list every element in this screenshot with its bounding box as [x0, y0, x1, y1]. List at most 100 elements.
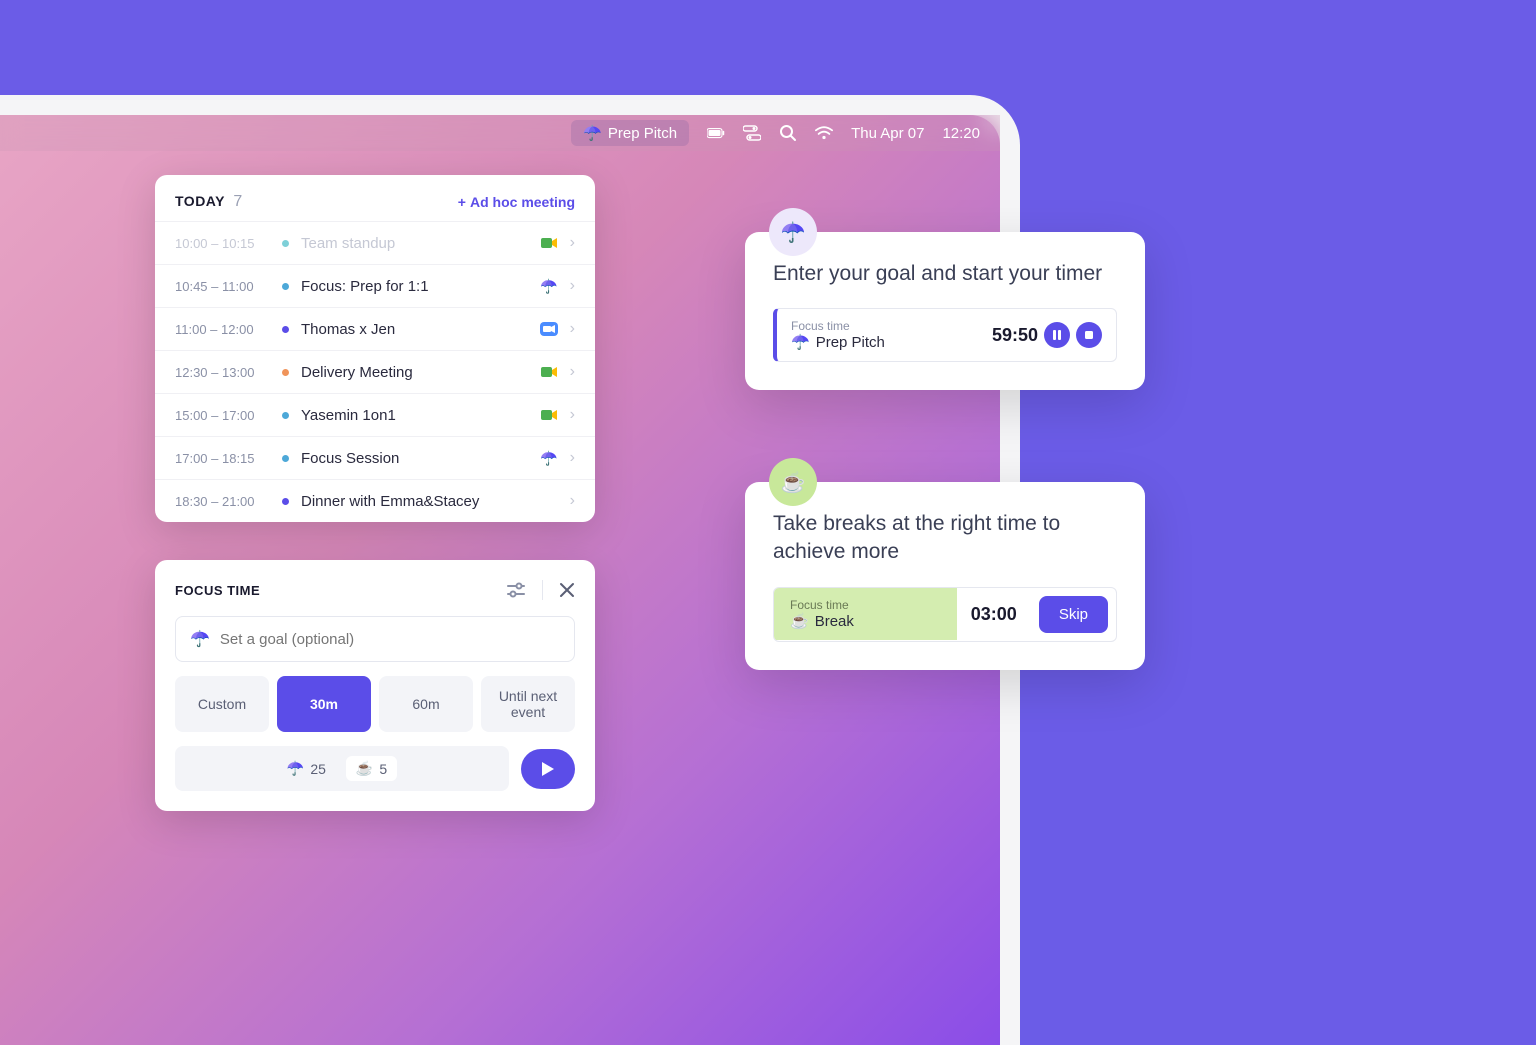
stop-button[interactable]	[1076, 322, 1102, 348]
event-service-icon	[540, 234, 558, 252]
today-count: 7	[233, 193, 242, 210]
umbrella-count: 25	[310, 761, 326, 777]
battery-icon[interactable]	[707, 124, 725, 142]
event-service-icon	[540, 492, 558, 510]
break-card: ☕ Take breaks at the right time to achie…	[745, 482, 1145, 670]
event-service-icon: ☂️	[540, 449, 558, 467]
event-list: 10:00 – 10:15 Team standup › 10:45 – 11:…	[155, 221, 595, 522]
duration-button[interactable]: 30m	[277, 676, 371, 732]
event-dot	[282, 369, 289, 376]
timer-box: Focus time ☂️ Prep Pitch 59:50	[773, 308, 1117, 362]
chevron-right-icon: ›	[570, 492, 575, 510]
umbrella-icon: ☂️	[583, 124, 602, 142]
chevron-right-icon: ›	[570, 449, 575, 467]
event-service-icon	[540, 406, 558, 424]
umbrella-stat: ☂️ 25	[287, 760, 326, 777]
event-dot	[282, 240, 289, 247]
play-button[interactable]	[521, 749, 575, 789]
break-time: 03:00	[957, 604, 1031, 625]
event-time: 11:00 – 12:00	[175, 322, 270, 337]
chevron-right-icon: ›	[570, 406, 575, 424]
stop-icon	[1084, 330, 1094, 340]
event-dot	[282, 326, 289, 333]
event-title: Focus: Prep for 1:1	[301, 278, 528, 295]
event-time: 10:00 – 10:15	[175, 236, 270, 251]
event-title: Thomas x Jen	[301, 321, 528, 338]
adhoc-meeting-button[interactable]: + Ad hoc meeting	[458, 194, 575, 210]
event-title: Delivery Meeting	[301, 364, 528, 381]
duration-row: Custom30m60mUntil next event	[175, 676, 575, 732]
control-center-icon[interactable]	[743, 124, 761, 142]
event-row[interactable]: 10:00 – 10:15 Team standup ›	[155, 222, 595, 265]
event-title: Yasemin 1on1	[301, 407, 528, 424]
menubar-date[interactable]: Thu Apr 07	[851, 125, 924, 142]
event-time: 10:45 – 11:00	[175, 279, 270, 294]
event-title: Team standup	[301, 235, 528, 252]
wifi-icon[interactable]	[815, 124, 833, 142]
menubar: ☂️ Prep Pitch Thu Apr 07 12:20	[0, 115, 1000, 151]
today-title: TODAY	[175, 193, 225, 209]
event-row[interactable]: 12:30 – 13:00 Delivery Meeting ›	[155, 351, 595, 394]
timer-time: 59:50	[992, 325, 1038, 346]
search-icon[interactable]	[779, 124, 797, 142]
event-row[interactable]: 17:00 – 18:15 Focus Session ☂️ ›	[155, 437, 595, 480]
coffee-icon: ☕	[356, 760, 373, 777]
duration-button[interactable]: Until next event	[481, 676, 575, 732]
duration-button[interactable]: Custom	[175, 676, 269, 732]
today-panel: TODAY 7 + Ad hoc meeting 10:00 – 10:15 T…	[155, 175, 595, 522]
break-card-badge: ☕	[769, 458, 817, 506]
adhoc-label: Ad hoc meeting	[470, 194, 575, 210]
event-time: 15:00 – 17:00	[175, 408, 270, 423]
goal-input-wrapper[interactable]: ☂️	[175, 616, 575, 662]
break-task-name: Break	[815, 613, 854, 630]
coffee-count: 5	[379, 761, 387, 777]
event-time: 17:00 – 18:15	[175, 451, 270, 466]
pause-button[interactable]	[1044, 322, 1070, 348]
event-dot	[282, 455, 289, 462]
menubar-task-name: Prep Pitch	[608, 125, 677, 142]
timer-card: ☂️ Enter your goal and start your timer …	[745, 232, 1145, 390]
event-service-icon: ☂️	[540, 277, 558, 295]
settings-icon[interactable]	[506, 582, 526, 598]
timer-task-name: Prep Pitch	[816, 334, 885, 351]
stats-bar: ☂️ 25 ☕ 5	[175, 746, 509, 791]
umbrella-icon: ☂️	[190, 629, 210, 649]
chevron-right-icon: ›	[570, 320, 575, 338]
event-row[interactable]: 18:30 – 21:00 Dinner with Emma&Stacey ›	[155, 480, 595, 522]
focus-panel: FOCUS TIME ☂️ Custom30m60mUntil next eve…	[155, 560, 595, 811]
coffee-icon: ☕	[790, 612, 809, 630]
timer-label: Focus time	[791, 319, 885, 333]
event-time: 18:30 – 21:00	[175, 494, 270, 509]
duration-button[interactable]: 60m	[379, 676, 473, 732]
play-icon	[541, 761, 555, 777]
event-time: 12:30 – 13:00	[175, 365, 270, 380]
focus-title: FOCUS TIME	[175, 583, 260, 598]
skip-button[interactable]: Skip	[1039, 596, 1108, 633]
umbrella-icon: ☂️	[781, 220, 806, 245]
coffee-icon: ☕	[781, 470, 806, 495]
timer-card-heading: Enter your goal and start your timer	[773, 260, 1117, 288]
coffee-stat: ☕ 5	[346, 756, 397, 781]
event-row[interactable]: 10:45 – 11:00 Focus: Prep for 1:1 ☂️ ›	[155, 265, 595, 308]
chevron-right-icon: ›	[570, 277, 575, 295]
menubar-time[interactable]: 12:20	[942, 125, 980, 142]
close-icon[interactable]	[559, 582, 575, 598]
event-row[interactable]: 15:00 – 17:00 Yasemin 1on1 ›	[155, 394, 595, 437]
chevron-right-icon: ›	[570, 363, 575, 381]
event-row[interactable]: 11:00 – 12:00 Thomas x Jen ›	[155, 308, 595, 351]
divider	[542, 580, 543, 600]
umbrella-icon: ☂️	[287, 760, 304, 777]
goal-input[interactable]	[220, 631, 560, 648]
plus-icon: +	[458, 194, 466, 210]
timer-card-badge: ☂️	[769, 208, 817, 256]
break-box: Focus time ☕ Break 03:00 Skip	[773, 587, 1117, 642]
break-card-heading: Take breaks at the right time to achieve…	[773, 510, 1117, 567]
event-dot	[282, 498, 289, 505]
umbrella-icon: ☂️	[791, 333, 810, 351]
event-dot	[282, 283, 289, 290]
pause-icon	[1052, 329, 1062, 341]
menubar-app-badge[interactable]: ☂️ Prep Pitch	[571, 120, 689, 146]
event-title: Focus Session	[301, 450, 528, 467]
event-service-icon	[540, 363, 558, 381]
chevron-right-icon: ›	[570, 234, 575, 252]
